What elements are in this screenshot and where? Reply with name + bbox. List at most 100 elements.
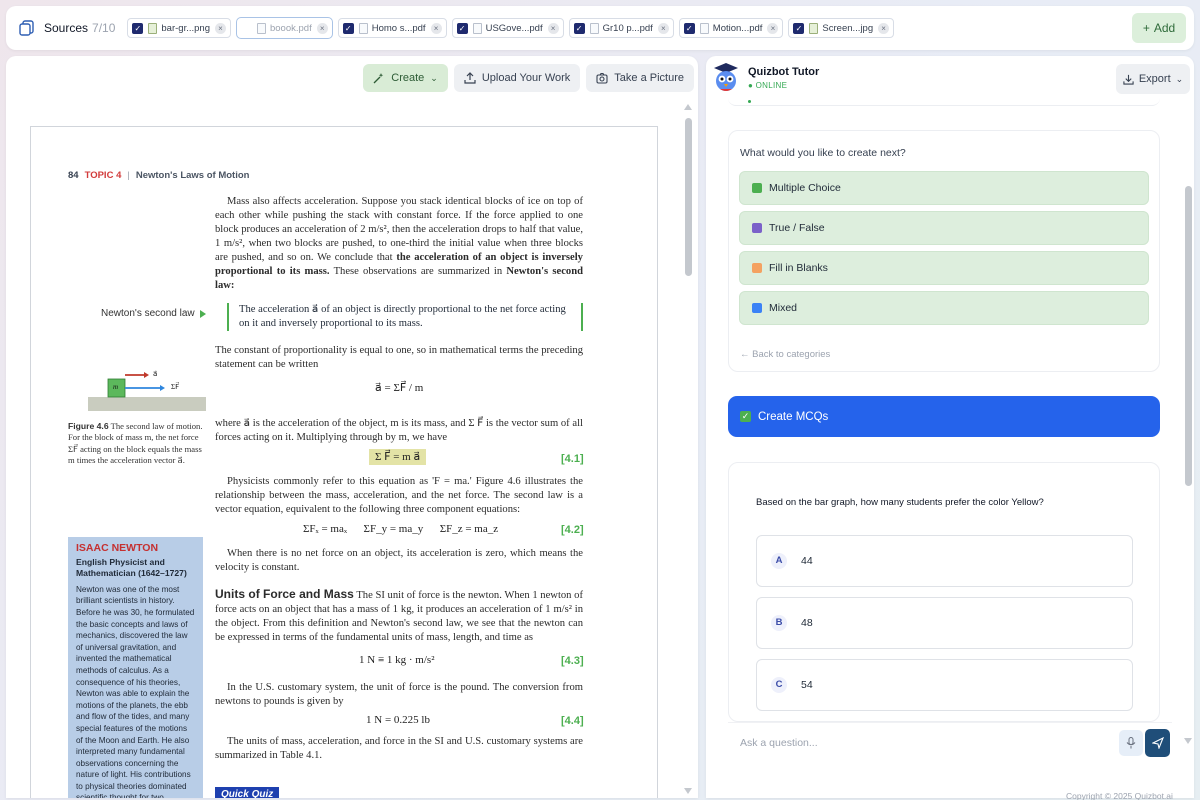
source-chip[interactable]: ✓ Homo s...pdf ×: [337, 18, 447, 38]
checkmark-icon: [752, 183, 762, 193]
option-true-false[interactable]: True / False: [739, 211, 1149, 245]
scroll-up-icon[interactable]: [684, 104, 692, 110]
equation: ΣFₓ = maₓ ΣF_y = ma_y ΣF_z = ma_z: [303, 523, 499, 535]
download-icon: [1123, 74, 1134, 85]
source-chip[interactable]: ✓ USGove...pdf ×: [451, 18, 564, 38]
microphone-button[interactable]: [1119, 729, 1143, 756]
export-button[interactable]: Export ⌄: [1116, 64, 1190, 94]
equation-number: [4.4]: [561, 715, 584, 727]
option-label: True / False: [769, 222, 825, 234]
source-chip[interactable]: ✓ Gr10 p...pdf ×: [568, 18, 674, 38]
paragraph: When there is no net force on an object,…: [215, 548, 583, 573]
send-icon: [1151, 736, 1164, 749]
option-multiple-choice[interactable]: Multiple Choice: [739, 171, 1149, 205]
sources-count: 7/10: [92, 21, 116, 35]
checkbox-checked-icon[interactable]: ✓: [683, 22, 695, 34]
arrow-right-icon: [199, 309, 206, 318]
source-chip[interactable]: ✓ Screen...jpg ×: [788, 18, 895, 38]
upload-label: Upload Your Work: [481, 72, 571, 84]
microphone-icon: [1126, 736, 1136, 748]
ask-question-bar: Ask a question...: [728, 722, 1172, 762]
bio-text: Newton was one of the most brilliant sci…: [76, 584, 195, 798]
pdf-file-icon: [256, 22, 266, 34]
source-chip-name: bar-gr...png: [161, 22, 210, 34]
answer-letter: C: [771, 677, 787, 693]
close-icon[interactable]: ×: [657, 22, 669, 34]
close-icon[interactable]: ×: [878, 22, 890, 34]
magic-wand-icon: [373, 73, 384, 84]
option-label: Fill in Blanks: [769, 262, 828, 274]
topic-label: TOPIC 4: [84, 170, 122, 181]
equation-number: [4.2]: [561, 524, 584, 536]
ask-question-input[interactable]: Ask a question...: [740, 737, 1119, 749]
add-source-button[interactable]: + Add: [1132, 13, 1186, 43]
answer-option-a[interactable]: A 44: [756, 535, 1133, 587]
figure-block-diagram: [88, 372, 206, 411]
equation-number: [4.1]: [561, 453, 584, 465]
checkbox-checked-icon[interactable]: ✓: [793, 22, 805, 34]
owl-avatar: [714, 63, 738, 91]
upload-work-button[interactable]: Upload Your Work: [453, 64, 581, 92]
create-options-card: What would you like to create next? Mult…: [728, 130, 1160, 372]
paragraph: The constant of proportionality is equal…: [215, 345, 583, 370]
source-chip[interactable]: ✓ Motion...pdf ×: [678, 18, 784, 38]
tutor-panel: Quizbot Tutor ● ONLINE Export ⌄ What wou…: [706, 56, 1194, 798]
answer-letter: A: [771, 553, 787, 569]
source-chip-name: Motion...pdf: [712, 22, 763, 34]
create-mcqs-button[interactable]: ✓ Create MCQs: [728, 396, 1160, 437]
paragraph: where a⃗ is the acceleration of the obje…: [215, 418, 583, 443]
create-button[interactable]: Create ⌄: [363, 64, 448, 92]
document-toolbar: Create ⌄ Upload Your Work Take a Picture: [363, 64, 698, 92]
page-number: 84: [68, 170, 79, 181]
checkbox-checked-icon[interactable]: ✓: [456, 22, 468, 34]
option-fill-blanks[interactable]: Fill in Blanks: [739, 251, 1149, 285]
close-icon[interactable]: ×: [214, 22, 226, 34]
writing-hand-icon: [752, 263, 762, 273]
close-icon[interactable]: ×: [547, 22, 559, 34]
checkbox-checked-icon[interactable]: ✓: [573, 22, 585, 34]
answer-option-b[interactable]: B 48: [756, 597, 1133, 649]
answer-option-c[interactable]: C 54: [756, 659, 1133, 711]
margin-note-text: Newton's second law: [101, 308, 195, 319]
pdf-file-icon: [472, 22, 482, 34]
figure-force-label: ΣF⃗: [171, 383, 180, 391]
scroll-down-icon[interactable]: [684, 788, 692, 794]
law-statement: The acceleration a⃗ of an object is dire…: [227, 303, 583, 331]
checkbox-checked-icon[interactable]: ✓: [342, 22, 354, 34]
checkbox-checked-icon[interactable]: ✓: [132, 22, 144, 34]
source-chip[interactable]: ✓ bar-gr...png ×: [127, 18, 231, 38]
bio-role: English Physicist and Mathematician (164…: [76, 556, 187, 579]
bio-name: ISAAC NEWTON: [76, 542, 159, 554]
paragraph-text: These observations are summarized in: [333, 266, 503, 277]
document-scrollbar[interactable]: [684, 104, 692, 794]
create-mcqs-label: Create MCQs: [758, 410, 829, 423]
source-file-list: ✓ bar-gr...png × boook.pdf × ✓ Homo s...…: [127, 17, 895, 39]
pdf-file-icon: [589, 22, 599, 34]
section-heading: Units of Force and Mass: [215, 587, 354, 601]
close-icon[interactable]: ×: [767, 22, 779, 34]
source-chip-name: Gr10 p...pdf: [602, 22, 653, 34]
scroll-thumb[interactable]: [1185, 186, 1192, 486]
chat-scrollbar[interactable]: [1184, 104, 1192, 794]
source-chip[interactable]: boook.pdf ×: [235, 17, 333, 39]
close-icon[interactable]: ×: [430, 22, 442, 34]
option-mixed[interactable]: Mixed: [739, 291, 1149, 325]
sources-bar: Sources 7/10 ✓ bar-gr...png × boook.pdf …: [6, 6, 1194, 50]
back-to-categories-link[interactable]: ← Back to categories: [740, 349, 830, 360]
chevron-down-icon: ⌄: [430, 72, 438, 83]
take-picture-button[interactable]: Take a Picture: [586, 64, 694, 92]
highlighted-equation: Σ F⃗ = m a⃗: [369, 449, 427, 465]
export-label: Export: [1138, 73, 1171, 85]
answer-text: 44: [801, 555, 813, 567]
image-file-icon: [809, 22, 819, 34]
answer-letter: B: [771, 615, 787, 631]
close-icon[interactable]: ×: [316, 22, 328, 34]
balance-icon: [752, 223, 762, 233]
scroll-down-icon[interactable]: [1184, 738, 1192, 744]
footer-copyright: Copyright © 2025 Quizbot.ai: [1066, 791, 1173, 800]
checkbox-unchecked-icon[interactable]: [240, 22, 252, 34]
source-chip-name: Screen...jpg: [822, 22, 874, 34]
paragraph: Mass also affects acceleration. Suppose …: [215, 195, 583, 293]
send-button[interactable]: [1145, 728, 1170, 757]
scroll-thumb[interactable]: [685, 118, 692, 276]
